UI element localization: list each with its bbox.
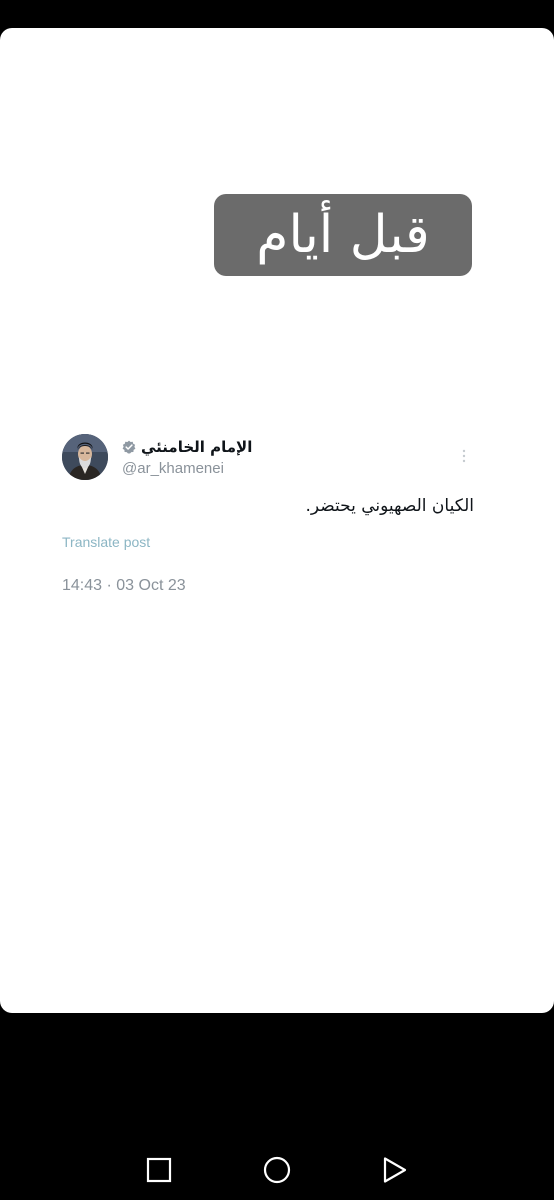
avatar-portrait-image [62, 434, 108, 480]
tweet-text: الكيان الصهيوني يحتضر. [305, 496, 474, 516]
tweet-timestamp[interactable]: 14:43 · 03 Oct 23 [62, 577, 186, 595]
author-display-name[interactable]: الإمام الخامنئي [141, 438, 252, 456]
screen: قبل أيام الإمام الخامنئي @ar_khamenei ال… [0, 0, 554, 1200]
caption-text: قبل أيام [256, 205, 430, 265]
more-options-icon[interactable] [461, 448, 467, 464]
verified-badge-icon [122, 440, 136, 454]
triangle-back-icon[interactable] [380, 1155, 410, 1185]
caption-banner: قبل أيام [214, 194, 472, 276]
square-recents-icon[interactable] [144, 1155, 174, 1185]
author-name-row[interactable]: الإمام الخامنئي [122, 438, 252, 456]
author-handle[interactable]: @ar_khamenei [122, 460, 224, 477]
navigation-bar [0, 1130, 554, 1200]
translate-post-link[interactable]: Translate post [62, 534, 150, 550]
screenshot-card: قبل أيام الإمام الخامنئي @ar_khamenei ال… [0, 28, 554, 1013]
avatar[interactable] [62, 434, 108, 480]
circle-home-icon[interactable] [262, 1155, 292, 1185]
